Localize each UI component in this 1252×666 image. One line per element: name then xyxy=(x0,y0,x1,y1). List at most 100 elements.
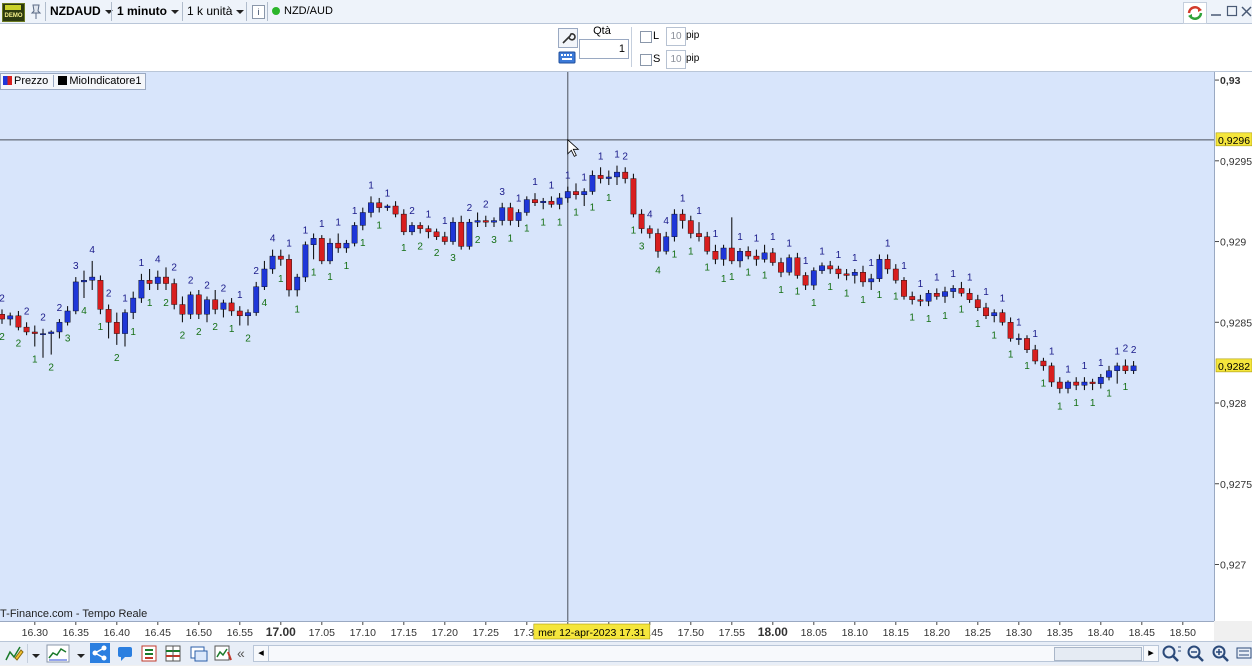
indicator-label: 3 xyxy=(73,261,79,272)
short-pip-label: pip xyxy=(686,53,700,64)
candle-down xyxy=(195,294,202,315)
refresh-icon[interactable] xyxy=(1183,2,1207,24)
chat-icon[interactable] xyxy=(116,644,134,663)
chart-legend: Prezzo MioIndicatore1 xyxy=(0,73,147,90)
units-selector[interactable]: 1 k unità xyxy=(187,3,245,20)
indicator-dropdown-icon[interactable] xyxy=(73,644,87,663)
long-pips-input[interactable]: 10 xyxy=(666,27,686,46)
candle-up xyxy=(786,257,793,273)
minimize-icon[interactable] xyxy=(1210,4,1222,18)
indicator-label: 1 xyxy=(385,188,391,199)
time-tick-label: 16.40 xyxy=(104,627,130,639)
candle-down xyxy=(1056,381,1063,389)
indicator-label: 2 xyxy=(106,289,112,300)
info-icon[interactable]: i xyxy=(252,5,265,19)
candle-up xyxy=(89,276,96,281)
candle-up xyxy=(1015,338,1022,340)
indicator-label: 1 xyxy=(335,217,341,228)
indicator-label: 1 xyxy=(565,171,571,182)
more-options-icon[interactable] xyxy=(1236,644,1252,663)
candle-down xyxy=(548,200,555,205)
long-checkbox[interactable] xyxy=(640,31,652,43)
candle-up xyxy=(671,213,678,237)
legend-indicator[interactable]: MioIndicatore1 xyxy=(53,75,146,87)
time-tick-label: 17.00 xyxy=(266,625,296,639)
indicator-label: 1 xyxy=(344,261,350,272)
indicator-label: 2 xyxy=(114,353,120,364)
candle-down xyxy=(983,307,989,317)
candle-up xyxy=(581,191,588,195)
time-axis[interactable]: 16.30 16.35 16.40 16.45 16.50 16.55 17.00 17.05… xyxy=(0,621,1214,642)
table-icon[interactable] xyxy=(164,644,182,663)
zoom-in-icon[interactable] xyxy=(1211,644,1231,663)
candle-down xyxy=(958,288,965,294)
zoom-out-icon[interactable] xyxy=(1186,644,1206,663)
price-chart[interactable]: 2222122233441221111422222222112244111111… xyxy=(0,72,1214,621)
indicator-label: 1 xyxy=(278,274,284,285)
time-tick-label: 16.45 xyxy=(145,627,171,639)
qty-input[interactable] xyxy=(579,39,629,59)
candle-up xyxy=(64,310,71,323)
candle-down xyxy=(638,213,645,229)
legend-price[interactable]: Prezzo xyxy=(1,75,48,87)
short-pips-input[interactable]: 10 xyxy=(666,50,686,69)
scroll-left-button[interactable]: ◂ xyxy=(254,646,269,661)
indicator-chart-icon[interactable] xyxy=(46,644,70,663)
symbol-selector[interactable]: NZDAUD xyxy=(50,3,113,20)
indicator-label: 1 xyxy=(557,217,563,228)
indicator-label: 1 xyxy=(729,272,735,283)
wrench-icon[interactable] xyxy=(558,28,578,48)
candle-up xyxy=(220,302,227,310)
pencil-icon[interactable] xyxy=(3,644,25,663)
time-tick-label: 16.50 xyxy=(186,627,212,639)
candle-up xyxy=(925,293,932,302)
indicator-label: 2 xyxy=(16,338,22,349)
candle-down xyxy=(376,202,383,208)
candle-up xyxy=(204,299,210,315)
maximize-icon[interactable] xyxy=(1226,4,1238,18)
candle-up xyxy=(540,200,547,203)
candle-down xyxy=(482,220,489,223)
keyboard-icon[interactable] xyxy=(558,49,576,67)
close-icon[interactable] xyxy=(1241,4,1252,18)
time-tick-label: 17.55 xyxy=(719,627,745,639)
candle-up xyxy=(269,255,276,270)
candle-down xyxy=(769,252,776,263)
indicator-label: 4 xyxy=(270,234,276,245)
scroll-thumb[interactable] xyxy=(1054,647,1142,661)
draw-dropdown-icon[interactable] xyxy=(27,644,42,663)
candle-up xyxy=(499,207,506,221)
list-icon[interactable] xyxy=(140,644,158,663)
chart-canvas[interactable]: 2222122233441221111422222222112244111111… xyxy=(0,72,1215,621)
time-tick-label: 16.35 xyxy=(63,627,89,639)
indicator-label: 1 xyxy=(1000,293,1006,304)
indicator-label: 1 xyxy=(508,233,514,244)
window-icon[interactable] xyxy=(189,644,209,663)
timeframe-selector[interactable]: 1 minuto xyxy=(117,3,179,20)
candle-down xyxy=(909,296,916,300)
zoom-fit-icon[interactable] xyxy=(1160,644,1182,663)
pin-icon[interactable] xyxy=(30,3,42,20)
indicator-label: 1 xyxy=(778,285,784,296)
order-bar: Qtà L 10 pip S 10 pip xyxy=(0,24,1252,72)
time-tick-label: 18.50 xyxy=(1170,627,1196,639)
horizontal-scrollbar[interactable]: ◂ ▸ xyxy=(253,645,1159,662)
collapse-toolbar-button[interactable]: « xyxy=(237,644,249,662)
demo-badge: DEMO xyxy=(2,3,25,22)
scroll-right-button[interactable]: ▸ xyxy=(1143,646,1158,661)
candle-down xyxy=(728,247,735,262)
time-tick-label: 18.05 xyxy=(801,627,827,639)
indicator-label: 1 xyxy=(975,319,981,330)
candle-up xyxy=(868,278,875,283)
price-axis[interactable]: 0,93 0,9295 0,929 0,9285 0,928 0,9275 0,927 0,9… xyxy=(1215,72,1252,621)
indicator-label: 1 xyxy=(368,180,374,191)
time-tick-label: 18.00 xyxy=(758,625,788,639)
chart-edit-icon[interactable] xyxy=(213,644,233,663)
candle-up xyxy=(343,242,350,249)
indicator-label: 1 xyxy=(1065,364,1071,375)
indicator-label: 2 xyxy=(467,203,473,214)
short-checkbox[interactable] xyxy=(640,54,652,66)
indicator-label: 3 xyxy=(491,235,497,246)
indicator-label: 4 xyxy=(81,306,87,317)
share-icon[interactable] xyxy=(90,643,110,663)
